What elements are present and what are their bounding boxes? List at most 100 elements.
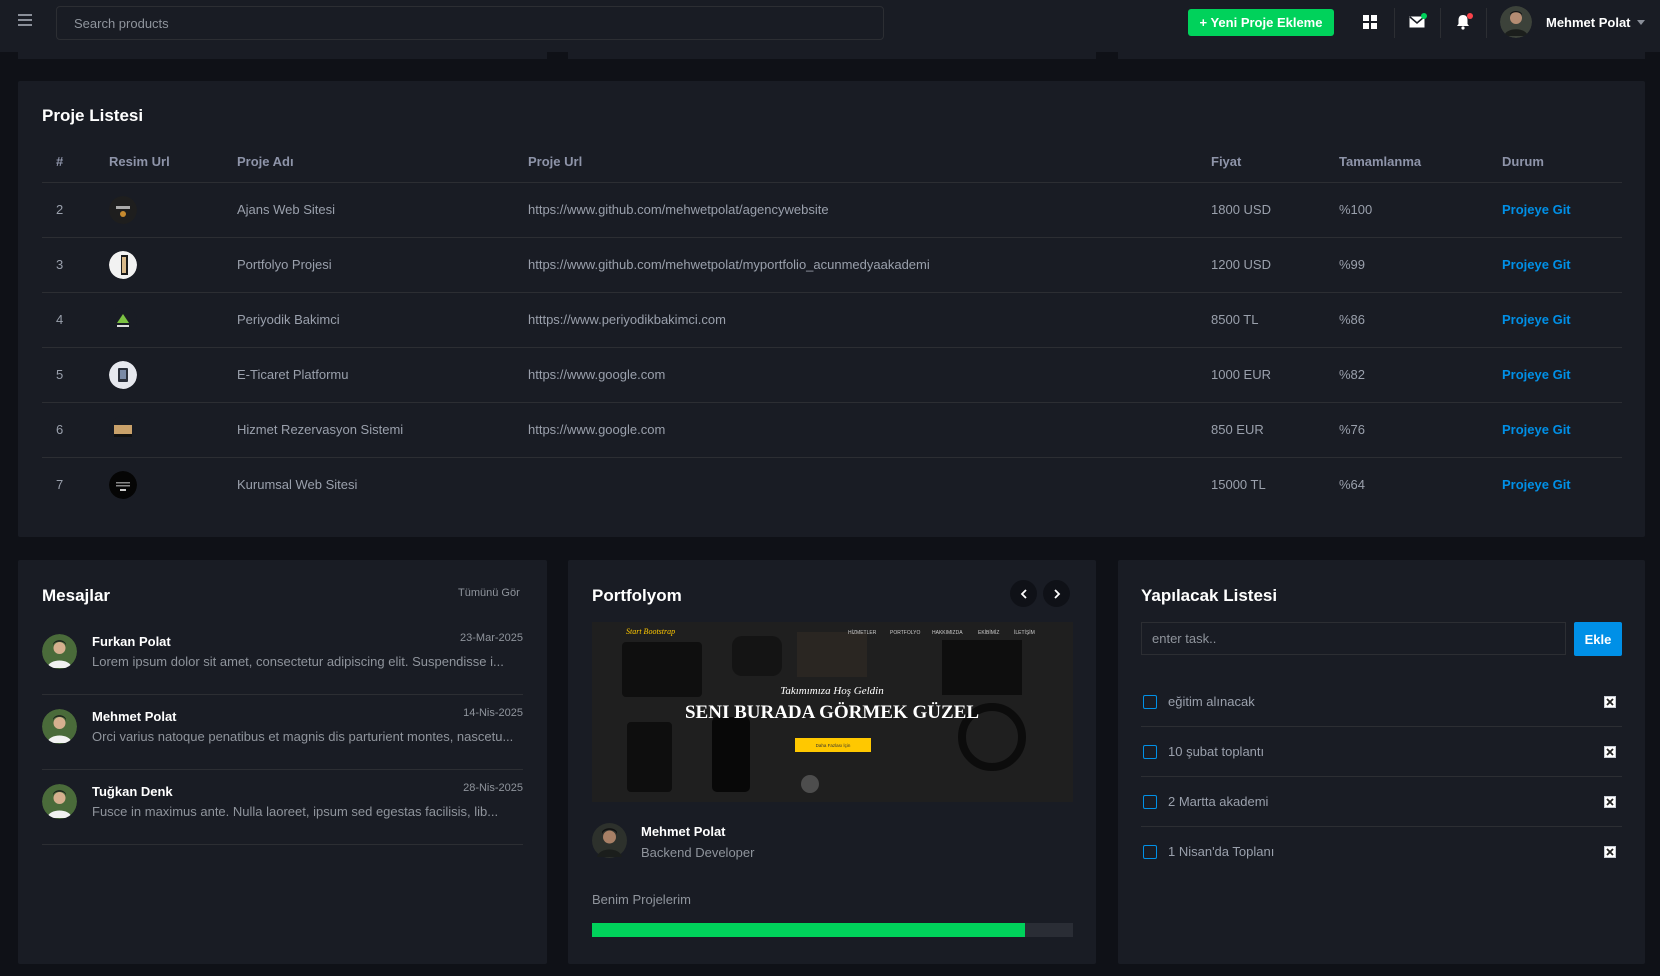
message-item[interactable]: Tuğkan Denk 28-Nis-2025 Fusce in maximus… <box>42 770 523 845</box>
cell-name: Kurumsal Web Sitesi <box>237 477 358 493</box>
cell-image <box>95 182 223 238</box>
cell-completion: %64 <box>1339 477 1366 493</box>
sender-name: Tuğkan Denk <box>92 784 173 799</box>
project-thumbnail <box>109 415 137 444</box>
hero-subtitle: Takımımıza Hoş Geldin <box>780 685 884 697</box>
message-preview: Lorem ipsum dolor sit amet, consectetur … <box>92 654 504 669</box>
column-header: Proje Adı <box>223 142 514 183</box>
todo-text: 2 Martta akademi <box>1168 794 1269 809</box>
cell-url: https://www.google.com <box>514 402 1197 458</box>
project-thumbnail <box>109 360 137 389</box>
notification-dot <box>1467 13 1473 19</box>
table-row: 6 Hizmet Rezervasyon Sistemi https://www… <box>42 402 1622 458</box>
column-header: Fiyat <box>1197 142 1325 183</box>
cell-url: https://www.github.com/mehwetpolat/mypor… <box>514 237 1197 293</box>
cell-id: 3 <box>42 237 95 293</box>
table-row: 5 E-Ticaret Platformu https://www.google… <box>42 347 1622 403</box>
cell-status: Projeye Git <box>1488 182 1622 238</box>
message-preview: Orci varius natoque penatibus et magnis … <box>92 729 514 744</box>
hero-nav-item: EKİBİMİZ <box>978 629 999 636</box>
message-date: 28-Nis-2025 <box>463 782 523 794</box>
add-task-button[interactable]: Ekle <box>1574 622 1622 656</box>
todo-item: 2 Martta akademi <box>1141 777 1622 827</box>
project-table: # Resim Url Proje Adı Proje Url Fiyat Ta… <box>42 142 1622 512</box>
cell-image <box>95 402 223 458</box>
top-navbar: + Yeni Proje Ekleme Mehmet Polat <box>0 0 1660 52</box>
go-to-project-link[interactable]: Projeye Git <box>1502 312 1571 327</box>
new-project-button[interactable]: + Yeni Proje Ekleme <box>1188 9 1334 36</box>
message-item[interactable]: Mehmet Polat 14-Nis-2025 Orci varius nat… <box>42 695 523 770</box>
todo-text: 1 Nisan'da Toplanı <box>1168 844 1275 859</box>
table-row: 2 Ajans Web Sitesi https://www.github.co… <box>42 182 1622 238</box>
cell-price: 850 EUR <box>1197 402 1325 458</box>
profile-dropdown[interactable]: Mehmet Polat <box>1500 6 1645 38</box>
go-to-project-link[interactable]: Projeye Git <box>1502 257 1571 272</box>
delete-task-icon[interactable] <box>1604 696 1616 708</box>
carousel-prev-button[interactable] <box>1010 580 1037 607</box>
mail-icon[interactable] <box>1407 12 1427 32</box>
cell-completion: %82 <box>1325 347 1488 403</box>
cell-price: 1800 USD <box>1197 182 1325 238</box>
cell-image <box>95 457 223 512</box>
table-row: 3 Portfolyo Projesi https://www.github.c… <box>42 237 1622 293</box>
progress-fill <box>592 923 1025 937</box>
cell-id: 5 <box>42 347 95 403</box>
portfolio-preview-image[interactable]: Start Bootstrap HİZMETLER PORTFOLYO HAKK… <box>592 622 1073 802</box>
carousel-next-button[interactable] <box>1043 580 1070 607</box>
table-header-row: # Resim Url Proje Adı Proje Url Fiyat Ta… <box>42 142 1622 183</box>
cell-name: Ajans Web Sitesi <box>223 182 514 238</box>
sender-avatar <box>42 709 77 744</box>
cell-status: Projeye Git <box>1488 402 1622 458</box>
portfolio-owner-name: Mehmet Polat <box>641 824 726 839</box>
cell-name: E-Ticaret Platformu <box>223 347 514 403</box>
hamburger-menu-icon[interactable] <box>18 14 32 28</box>
task-input[interactable] <box>1141 622 1566 655</box>
message-date: 23-Mar-2025 <box>460 632 523 644</box>
user-name: Mehmet Polat <box>1546 14 1631 30</box>
cell-image <box>95 347 223 403</box>
go-to-project-link[interactable]: Projeye Git <box>1502 422 1571 437</box>
message-item[interactable]: Furkan Polat 23-Mar-2025 Lorem ipsum dol… <box>42 620 523 695</box>
todo-checkbox[interactable] <box>1143 745 1157 759</box>
cell-status: Projeye Git <box>1488 292 1622 348</box>
message-preview: Fusce in maximus ante. Nulla laoreet, ip… <box>92 804 499 819</box>
cell-url: https://www.github.com/mehwetpolat/agenc… <box>514 182 1197 238</box>
sender-name: Furkan Polat <box>92 634 171 649</box>
cell-name: Portfolyo Projesi <box>223 237 514 293</box>
bell-icon[interactable] <box>1453 12 1473 32</box>
hero-brand: Start Bootstrap <box>626 627 675 636</box>
user-avatar <box>1500 6 1532 38</box>
header-divider <box>1394 8 1395 38</box>
todo-item: 10 şubat toplantı <box>1141 727 1622 777</box>
cell-id: 7 <box>56 477 64 493</box>
todo-checkbox[interactable] <box>1143 695 1157 709</box>
hero-cta-label: Daha Fazlası İçin <box>816 742 851 748</box>
hero-headline: SENI BURADA GÖRMEK GÜZEL <box>685 702 979 723</box>
cell-url: https://www.google.com <box>514 347 1197 403</box>
mail-status-dot <box>1421 13 1427 19</box>
delete-task-icon[interactable] <box>1604 746 1616 758</box>
cell-price: 15000 TL <box>1211 477 1266 493</box>
search-input[interactable] <box>56 6 884 40</box>
cell-status: Projeye Git <box>1488 237 1622 293</box>
delete-task-icon[interactable] <box>1604 846 1616 858</box>
todo-checkbox[interactable] <box>1143 795 1157 809</box>
cell-url <box>514 457 1197 512</box>
caret-down-icon <box>1636 19 1645 25</box>
cell-completion: %76 <box>1325 402 1488 458</box>
cell-price: 1000 EUR <box>1197 347 1325 403</box>
go-to-project-link[interactable]: Projeye Git <box>1502 202 1571 217</box>
project-thumbnail <box>109 195 137 224</box>
delete-task-icon[interactable] <box>1604 796 1616 808</box>
portfolio-owner-avatar <box>592 823 627 858</box>
go-to-project-link[interactable]: Projeye Git <box>1502 477 1571 492</box>
todo-title: Yapılacak Listesi <box>1141 586 1278 605</box>
view-all-messages-link[interactable]: Tümünü Gör <box>458 587 520 599</box>
go-to-project-link[interactable]: Projeye Git <box>1502 367 1571 382</box>
todo-item: 1 Nisan'da Toplanı <box>1141 827 1622 877</box>
portfolio-title: Portfolyom <box>592 586 682 605</box>
grid-icon[interactable] <box>1360 12 1380 32</box>
cell-status: Projeye Git <box>1488 457 1622 512</box>
todo-checkbox[interactable] <box>1143 845 1157 859</box>
cell-id: 6 <box>42 402 95 458</box>
